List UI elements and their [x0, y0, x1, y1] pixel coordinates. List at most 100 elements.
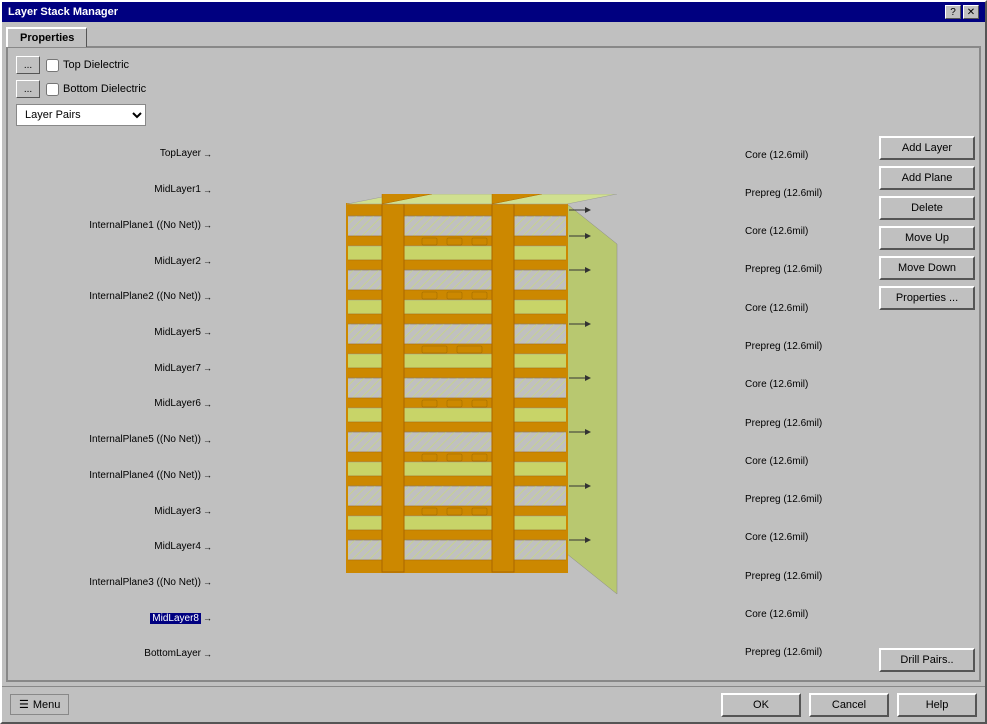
- bottom-buttons: OK Cancel Help: [721, 693, 977, 717]
- ok-button[interactable]: OK: [721, 693, 801, 717]
- layer-item-internalplane3[interactable]: InternalPlane3 ((No Net))→: [16, 574, 212, 590]
- layer-item-midlayer3[interactable]: MidLayer3→: [16, 503, 212, 519]
- layer-item-midlayer1[interactable]: MidLayer1→: [16, 182, 212, 198]
- bottom-dielectric-row: ... Bottom Dielectric: [16, 80, 971, 98]
- layer-label-internalplane3: InternalPlane3 ((No Net)): [89, 577, 201, 588]
- right-label-0: Core (12.6mil): [745, 147, 867, 163]
- layer-pairs-dropdown[interactable]: Layer Pairs: [16, 104, 146, 126]
- layer-label-internalplane2: InternalPlane2 ((No Net)): [89, 291, 201, 302]
- bottom-dielectric-checkbox-row: Bottom Dielectric: [46, 83, 146, 96]
- right-label-3: Prepreg (12.6mil): [745, 262, 867, 278]
- window-title: Layer Stack Manager: [8, 6, 118, 18]
- bottom-bar: ☰ Menu OK Cancel Help: [2, 686, 985, 722]
- top-dielectric-checkbox[interactable]: [46, 59, 59, 72]
- layer-item-internalplane4[interactable]: InternalPlane4 ((No Net))→: [16, 467, 212, 483]
- layer-item-midlayer6[interactable]: MidLayer6→: [16, 396, 212, 412]
- layer-arrow-midlayer4: →: [203, 542, 212, 552]
- menu-icon: ☰: [19, 698, 29, 711]
- layer-label-internalplane4: InternalPlane4 ((No Net)): [89, 470, 201, 481]
- layer-arrow-midlayer8: →: [203, 613, 212, 623]
- add-plane-button[interactable]: Add Plane: [879, 166, 975, 190]
- main-area: TopLayer→MidLayer1→InternalPlane1 ((No N…: [16, 136, 971, 672]
- layer-arrow-midlayer6: →: [203, 399, 212, 409]
- menu-label: Menu: [33, 699, 61, 711]
- layer-label-midlayer4: MidLayer4: [154, 541, 201, 552]
- layer-label-midlayer8: MidLayer8: [150, 613, 201, 624]
- move-up-button[interactable]: Move Up: [879, 226, 975, 250]
- drill-pairs-button[interactable]: Drill Pairs..: [879, 648, 975, 672]
- cancel-button[interactable]: Cancel: [809, 693, 889, 717]
- layer-item-midlayer7[interactable]: MidLayer7→: [16, 360, 212, 376]
- layer-label-bottomlayer: BottomLayer: [144, 648, 201, 659]
- right-label-11: Prepreg (12.6mil): [745, 568, 867, 584]
- layer-arrow-midlayer3: →: [203, 506, 212, 516]
- right-labels: Core (12.6mil) Prepreg (12.6mil) Core (12.…: [737, 136, 867, 672]
- title-bar: Layer Stack Manager ? ✕: [2, 2, 985, 22]
- layer-item-toplayer[interactable]: TopLayer→: [16, 146, 212, 162]
- right-label-6: Core (12.6mil): [745, 377, 867, 393]
- right-label-1: Prepreg (12.6mil): [745, 185, 867, 201]
- layer-label-internalplane1: InternalPlane1 ((No Net)): [89, 220, 201, 231]
- right-label-7: Prepreg (12.6mil): [745, 415, 867, 431]
- layer-list: TopLayer→MidLayer1→InternalPlane1 ((No N…: [16, 136, 216, 672]
- right-label-8: Core (12.6mil): [745, 453, 867, 469]
- tab-content: ... Top Dielectric ... Bottom Dielectric: [6, 46, 981, 682]
- layer-arrow-midlayer1: →: [203, 185, 212, 195]
- pcb-diagram: [327, 194, 627, 614]
- right-label-4: Core (12.6mil): [745, 300, 867, 316]
- layer-arrow-midlayer7: →: [203, 363, 212, 373]
- layer-label-midlayer6: MidLayer6: [154, 398, 201, 409]
- add-layer-button[interactable]: Add Layer: [879, 136, 975, 160]
- layer-label-midlayer7: MidLayer7: [154, 363, 201, 374]
- tab-properties[interactable]: Properties: [6, 27, 87, 47]
- layer-arrow-internalplane5: →: [203, 435, 212, 445]
- right-label-5: Prepreg (12.6mil): [745, 339, 867, 355]
- delete-button[interactable]: Delete: [879, 196, 975, 220]
- layer-item-midlayer2[interactable]: MidLayer2→: [16, 253, 212, 269]
- layer-arrow-midlayer2: →: [203, 256, 212, 266]
- top-dielectric-row: ... Top Dielectric: [16, 56, 971, 74]
- layer-arrow-internalplane3: →: [203, 577, 212, 587]
- main-window: Layer Stack Manager ? ✕ Properties ... T…: [0, 0, 987, 724]
- right-label-12: Core (12.6mil): [745, 607, 867, 623]
- layer-label-midlayer3: MidLayer3: [154, 506, 201, 517]
- right-label-2: Core (12.6mil): [745, 224, 867, 240]
- help-button[interactable]: ?: [945, 5, 961, 19]
- top-dielectric-btn[interactable]: ...: [16, 56, 40, 74]
- layer-label-midlayer2: MidLayer2: [154, 256, 201, 267]
- layer-label-midlayer5: MidLayer5: [154, 327, 201, 338]
- right-label-13: Prepreg (12.6mil): [745, 645, 867, 661]
- pcb-visual: [220, 136, 733, 672]
- layer-item-midlayer5[interactable]: MidLayer5→: [16, 324, 212, 340]
- layer-label-internalplane5: InternalPlane5 ((No Net)): [89, 434, 201, 445]
- layer-pairs-dropdown-row: Layer Pairs: [16, 104, 971, 126]
- help-bottom-button[interactable]: Help: [897, 693, 977, 717]
- properties-button[interactable]: Properties ...: [879, 286, 975, 310]
- bottom-dielectric-label: Bottom Dielectric: [63, 83, 146, 95]
- move-down-button[interactable]: Move Down: [879, 256, 975, 280]
- layer-item-internalplane5[interactable]: InternalPlane5 ((No Net))→: [16, 432, 212, 448]
- menu-button[interactable]: ☰ Menu: [10, 694, 69, 715]
- right-label-9: Prepreg (12.6mil): [745, 492, 867, 508]
- tab-bar: Properties: [6, 26, 981, 46]
- right-label-10: Core (12.6mil): [745, 530, 867, 546]
- layer-arrow-bottomlayer: →: [203, 649, 212, 659]
- layer-arrow-internalplane2: →: [203, 292, 212, 302]
- right-panel: Add Layer Add Plane Delete Move Up Move …: [871, 136, 971, 672]
- title-bar-buttons: ? ✕: [945, 5, 979, 19]
- bottom-dielectric-checkbox[interactable]: [46, 83, 59, 96]
- top-dielectric-checkbox-row: Top Dielectric: [46, 59, 129, 72]
- close-button[interactable]: ✕: [963, 5, 979, 19]
- layer-label-midlayer1: MidLayer1: [154, 184, 201, 195]
- layer-item-internalplane1[interactable]: InternalPlane1 ((No Net))→: [16, 217, 212, 233]
- layer-item-internalplane2[interactable]: InternalPlane2 ((No Net))→: [16, 289, 212, 305]
- layer-label-toplayer: TopLayer: [160, 148, 201, 159]
- top-dielectric-label: Top Dielectric: [63, 59, 129, 71]
- layer-item-midlayer8[interactable]: MidLayer8→: [16, 610, 212, 626]
- layer-arrow-toplayer: →: [203, 149, 212, 159]
- bottom-dielectric-btn[interactable]: ...: [16, 80, 40, 98]
- layer-arrow-internalplane4: →: [203, 470, 212, 480]
- layer-item-midlayer4[interactable]: MidLayer4→: [16, 539, 212, 555]
- window-content: Properties ... Top Dielectric ... Bottom…: [2, 22, 985, 686]
- layer-item-bottomlayer[interactable]: BottomLayer→: [16, 646, 212, 662]
